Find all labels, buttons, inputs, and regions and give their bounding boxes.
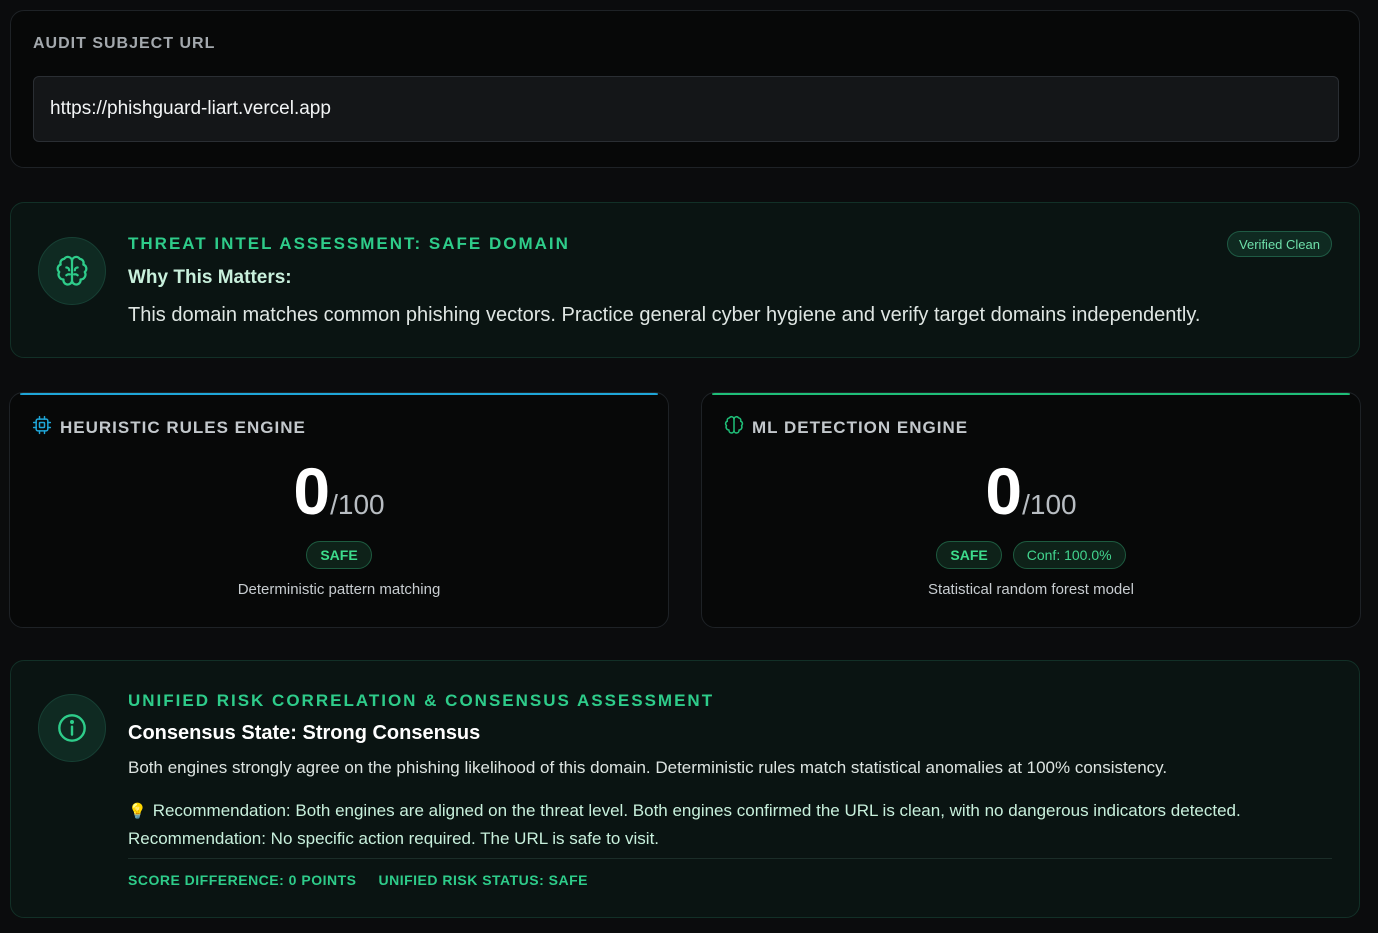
ml-engine-title: ML DETECTION ENGINE [752, 417, 969, 437]
audit-url-input[interactable] [33, 76, 1339, 142]
heuristic-engine-title: HEURISTIC RULES ENGINE [60, 417, 306, 437]
heuristic-score: 0/100 [10, 451, 668, 531]
heuristic-engine-header: HEURISTIC RULES ENGINE [32, 415, 306, 440]
heuristic-score-value: 0 [293, 454, 331, 528]
ml-status-badge: SAFE [936, 541, 1002, 569]
consensus-card: UNIFIED RISK CORRELATION & CONSENSUS ASS… [10, 660, 1360, 918]
ml-engine-header: ML DETECTION ENGINE [724, 415, 968, 440]
consensus-title: UNIFIED RISK CORRELATION & CONSENSUS ASS… [128, 691, 715, 710]
threat-intel-title: THREAT INTEL ASSESSMENT: SAFE DOMAIN [128, 234, 570, 253]
consensus-recommendation: 💡 Recommendation: Both engines are aligne… [128, 797, 1328, 852]
audit-url-card: AUDIT SUBJECT URL [10, 10, 1360, 168]
recommendation-text: Recommendation: Both engines are aligned… [128, 801, 1241, 848]
cpu-chip-icon [32, 415, 52, 440]
consensus-divider [128, 858, 1332, 859]
heuristic-engine-card: HEURISTIC RULES ENGINE 0/100 SAFE Determ… [9, 392, 669, 628]
ml-score-value: 0 [985, 454, 1023, 528]
unified-risk-status: UNIFIED RISK STATUS: SAFE [378, 872, 589, 888]
ml-description: Statistical random forest model [928, 581, 1134, 598]
heuristic-score-max: /100 [330, 489, 385, 520]
verified-clean-badge: Verified Clean [1227, 231, 1332, 257]
ml-accent-line [712, 393, 1350, 395]
consensus-state: Consensus State: Strong Consensus [128, 722, 481, 744]
score-difference: SCORE DIFFERENCE: 0 POINTS [128, 872, 357, 888]
threat-intel-text: This domain matches common phishing vect… [128, 304, 1201, 326]
threat-intel-card: THREAT INTEL ASSESSMENT: SAFE DOMAIN Ver… [10, 202, 1360, 358]
consensus-text: Both engines strongly agree on the phish… [128, 758, 1168, 777]
why-this-matters-heading: Why This Matters: [128, 267, 292, 288]
heuristic-badges: SAFE [10, 541, 668, 569]
ml-score-max: /100 [1022, 489, 1077, 520]
lightbulb-icon: 💡 [128, 803, 147, 820]
ml-badges: SAFE Conf: 100.0% [702, 541, 1360, 569]
consensus-footer: SCORE DIFFERENCE: 0 POINTS UNIFIED RISK … [128, 872, 588, 888]
heuristic-status-badge: SAFE [306, 541, 372, 569]
heuristic-accent-line [20, 393, 658, 395]
brain-icon [38, 237, 106, 305]
ml-confidence-badge: Conf: 100.0% [1012, 541, 1126, 569]
audit-url-label: AUDIT SUBJECT URL [33, 35, 216, 52]
ml-score: 0/100 [702, 451, 1360, 531]
brain-icon [724, 415, 744, 440]
info-icon [38, 694, 106, 762]
heuristic-description: Deterministic pattern matching [237, 581, 441, 598]
ml-engine-card: ML DETECTION ENGINE 0/100 SAFE Conf: 100… [701, 392, 1361, 628]
